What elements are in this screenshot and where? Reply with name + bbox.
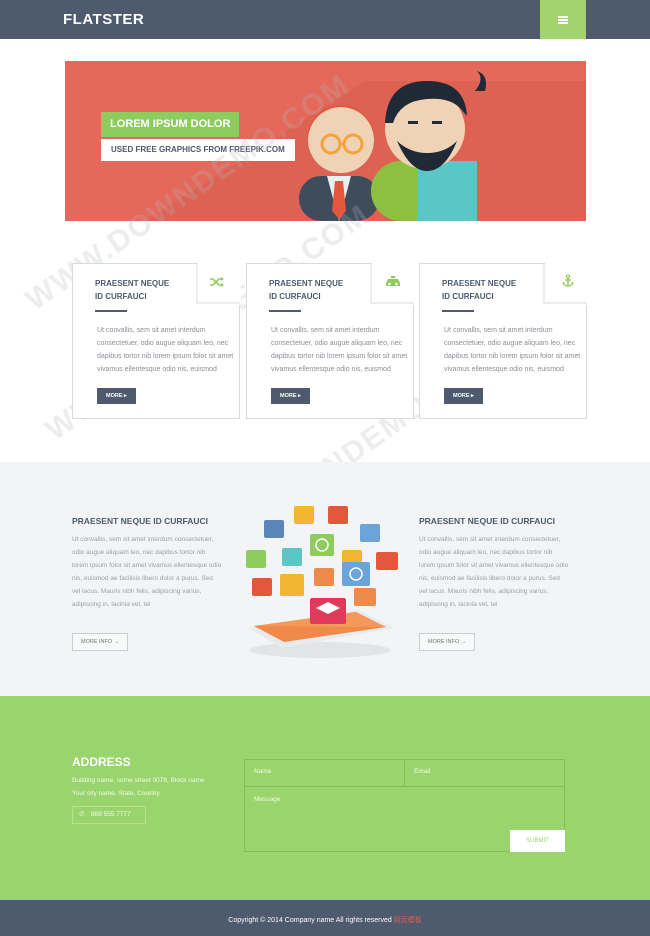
more-info-button[interactable]: MORE INFO → [419,633,476,651]
hero-title: LOREM IPSUM DOLOR [101,112,240,137]
info-left-title: PRAESENT NEQUE ID CURFAUCI [72,516,209,526]
shuffle-icon [209,275,225,293]
info-right-text: Ut convallis, sem sit amet interdum cons… [419,536,569,608]
info-right-title: PRAESENT NEQUE ID CURFAUCI [419,516,556,526]
more-button[interactable]: MORE ▸ [444,388,483,404]
card-divider [442,310,474,312]
more-button[interactable]: MORE ▸ [271,388,310,404]
more-info-button[interactable]: MORE INFO → [72,633,129,651]
card-text: Ut convallis, sem sit amet interdum cons… [271,327,408,373]
phone-icon: ✆ [79,811,85,818]
card-tab-borders [196,262,588,305]
card-divider [269,310,301,312]
name-field[interactable]: Name [244,759,405,787]
phone-badge[interactable]: ✆ 888 555 7777 [72,806,146,824]
copyright-text: Copyright © 2014 Company name All rights… [228,917,422,924]
card-text: Ut convallis, sem sit amet interdum cons… [97,327,234,373]
anchor-icon [561,274,575,293]
menu-toggle-button[interactable] [540,0,586,39]
message-field[interactable]: Message [254,796,280,803]
address-text: Building name, some street 0078, Block n… [72,777,205,797]
card-divider [95,310,127,312]
hamburger-icon [558,15,568,24]
info-left-text: Ut convallis, sem sit amet interdum cons… [72,536,222,608]
phone-number: 888 555 7777 [91,811,131,818]
email-field[interactable]: Email [405,759,565,787]
submit-button[interactable]: SUBMIT [510,830,565,852]
more-button[interactable]: MORE ▸ [97,388,136,404]
footer-link[interactable]: 网页模板 [394,917,422,924]
card-text: Ut convallis, sem sit amet interdum cons… [444,327,581,373]
brand-logo[interactable]: FLATSTER [63,11,144,28]
education-tablet-illustration [246,506,398,658]
taxi-icon [385,275,401,293]
address-title: ADDRESS [72,755,131,769]
